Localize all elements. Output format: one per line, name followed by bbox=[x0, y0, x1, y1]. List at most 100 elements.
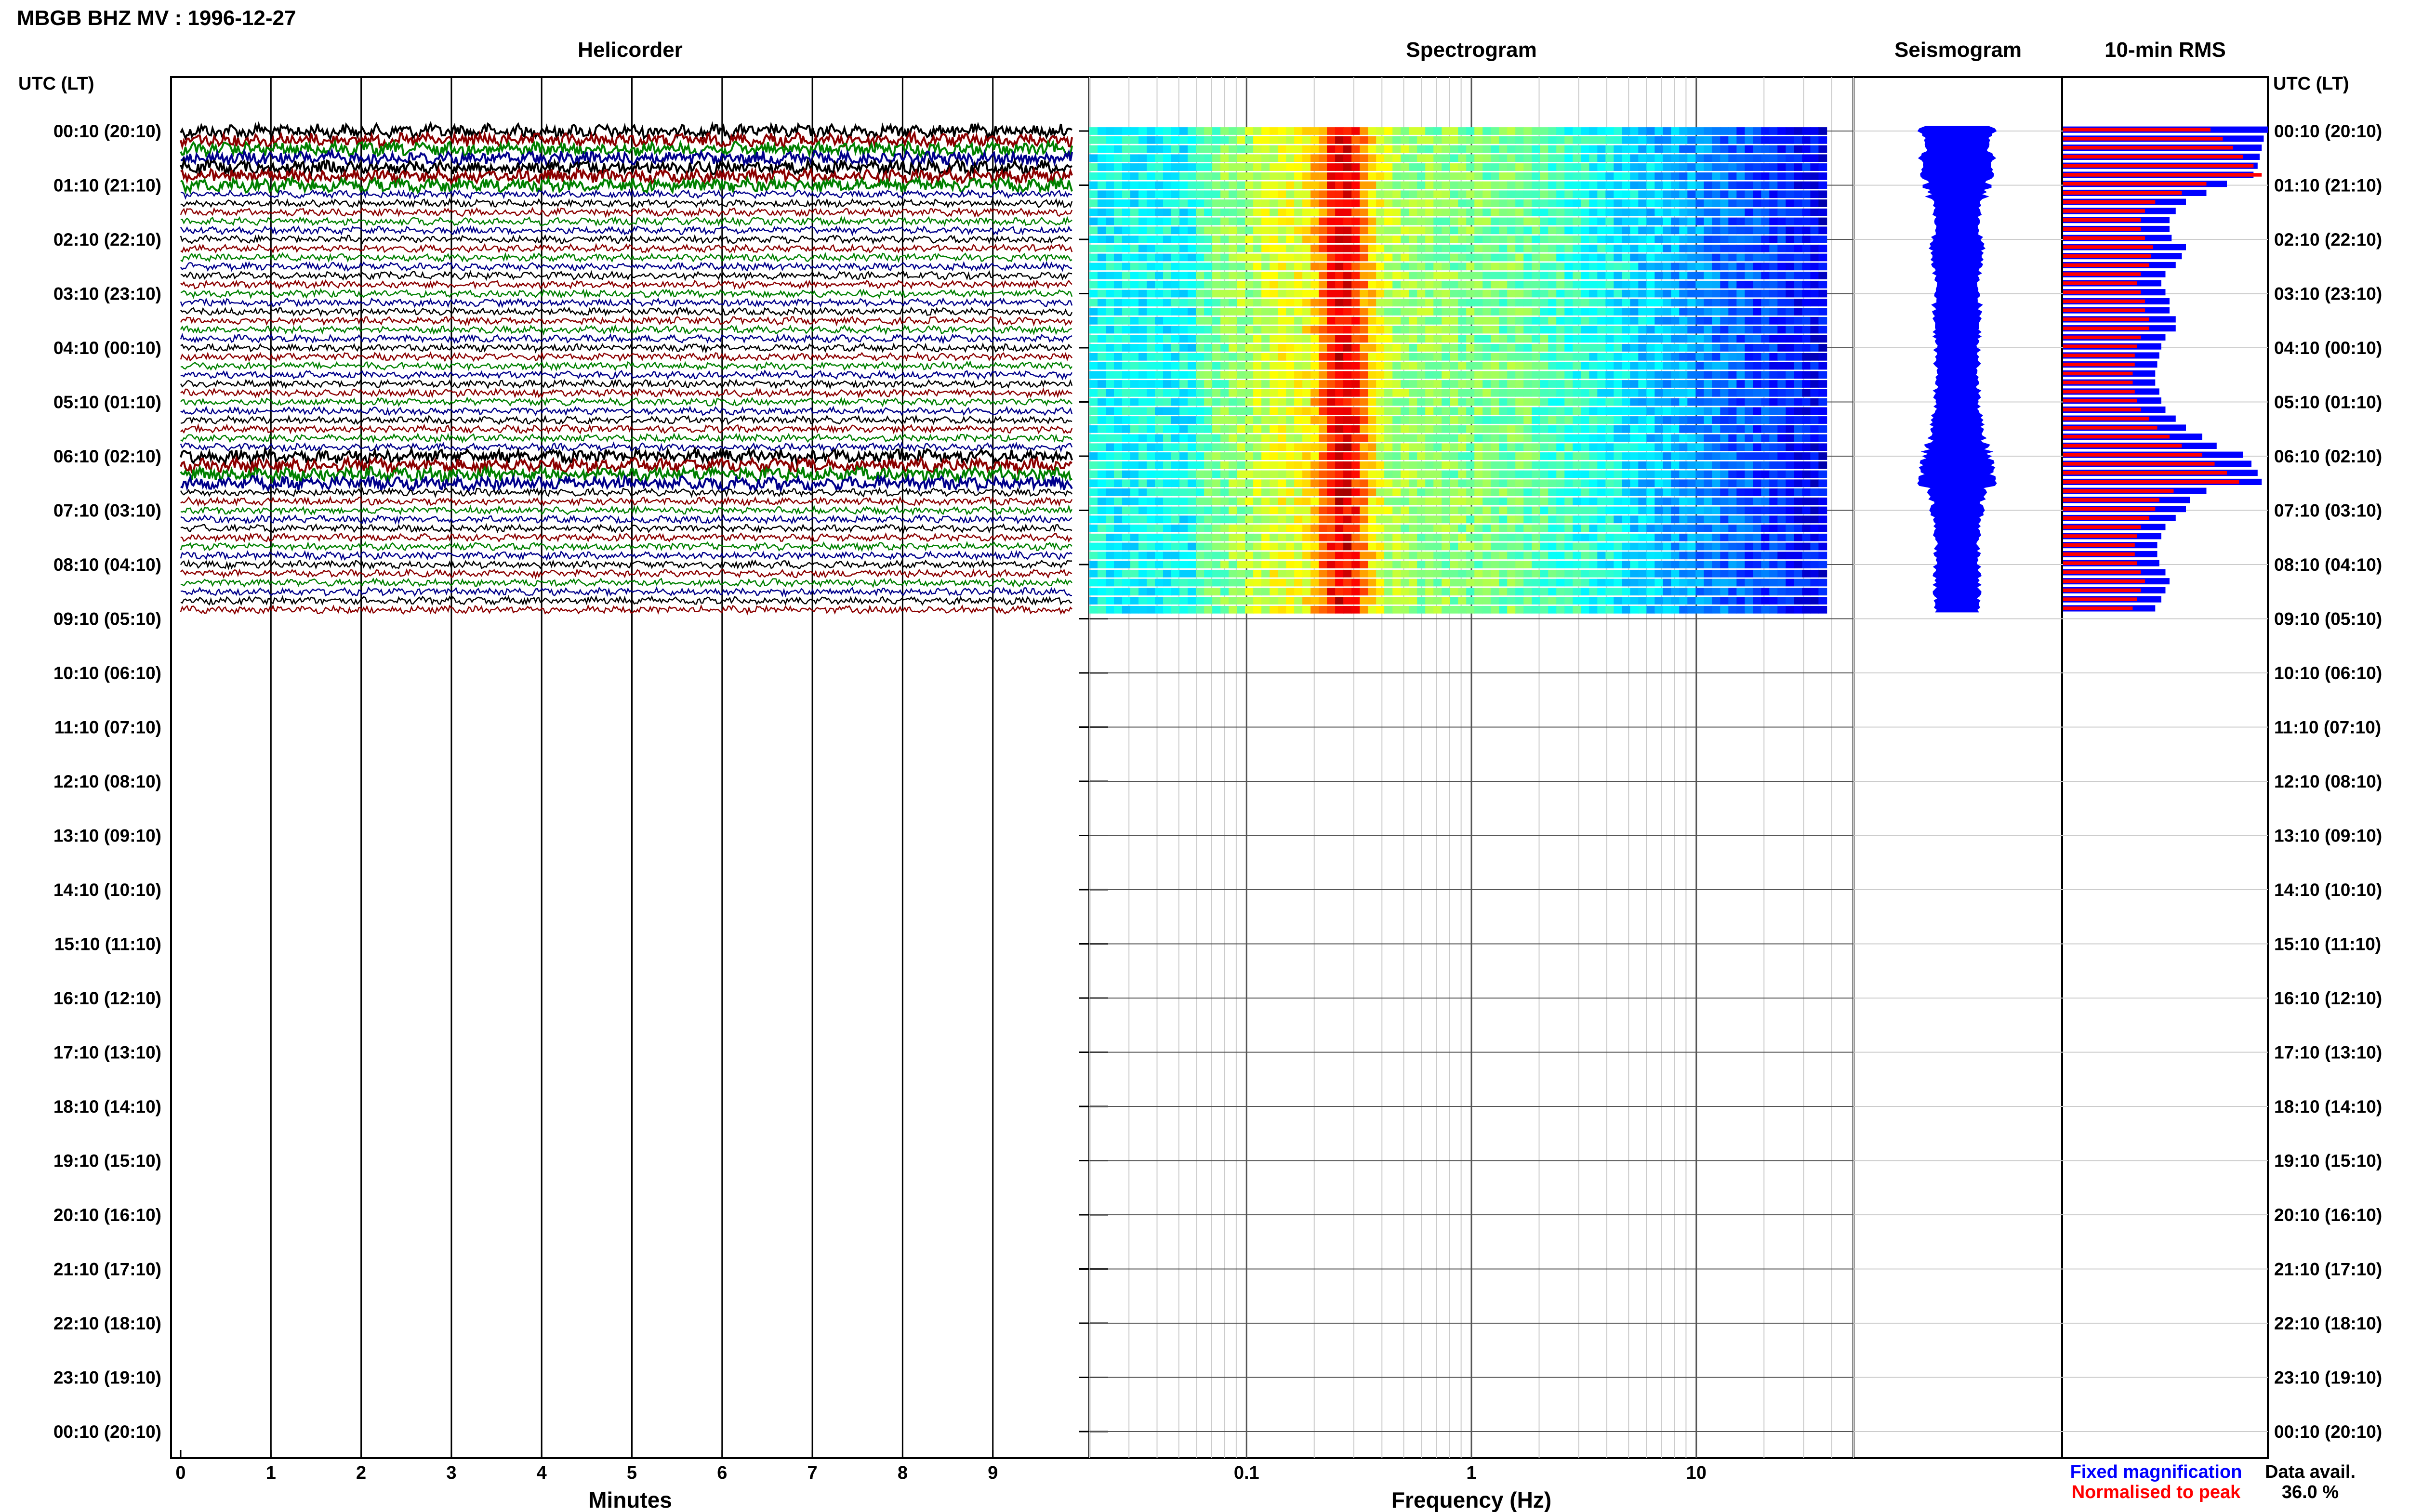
spectrogram-cell bbox=[1188, 569, 1196, 578]
spectrogram-cell bbox=[1368, 316, 1377, 325]
spectrogram-cell bbox=[1687, 569, 1696, 578]
spectrogram-cell bbox=[1491, 190, 1499, 198]
spectrogram-cell bbox=[1351, 236, 1360, 243]
spectrogram-cell bbox=[1106, 280, 1114, 289]
spectrogram-cell bbox=[1147, 452, 1155, 460]
spectrogram-cell bbox=[1573, 569, 1581, 578]
spectrogram-cell bbox=[1679, 407, 1688, 415]
spectrogram-cell bbox=[1089, 488, 1098, 496]
spectrogram-cell bbox=[1433, 154, 1442, 162]
spectrogram-cell bbox=[1360, 434, 1368, 442]
spectrogram-cell bbox=[1163, 470, 1172, 478]
spectrogram-cell bbox=[1114, 434, 1123, 442]
spectrogram-cell bbox=[1556, 588, 1565, 596]
spectrogram-cell bbox=[1433, 425, 1442, 433]
spectrogram-cell bbox=[1106, 181, 1114, 189]
spectrogram-cell bbox=[1343, 226, 1352, 235]
spectrogram-cell bbox=[1769, 470, 1778, 478]
spectrogram-cell bbox=[1564, 407, 1573, 415]
spectrogram-cell bbox=[1745, 154, 1754, 162]
spectrogram-cell bbox=[1753, 380, 1762, 388]
spectrogram-cell bbox=[1327, 208, 1336, 216]
spectrogram-cell bbox=[1450, 552, 1458, 560]
spectrogram-cell bbox=[1655, 244, 1664, 252]
spectrogram-cell bbox=[1761, 371, 1770, 379]
spectrogram-cell bbox=[1597, 597, 1606, 605]
spectrogram-cell bbox=[1425, 470, 1434, 478]
spectrogram-cell bbox=[1196, 335, 1204, 343]
spectrogram-cell bbox=[1196, 163, 1204, 171]
spectrogram-cell bbox=[1786, 127, 1795, 135]
spectrogram-cell bbox=[1179, 154, 1188, 162]
spectrogram-cell bbox=[1769, 326, 1778, 334]
spectrogram-cell bbox=[1392, 488, 1401, 496]
spectrogram-cell bbox=[1417, 154, 1426, 162]
spectrogram-cell bbox=[1507, 416, 1516, 424]
spectrogram-cell bbox=[1597, 407, 1606, 415]
spectrogram-cell bbox=[1335, 335, 1344, 343]
spectrogram-cell bbox=[1695, 226, 1705, 235]
spectrogram-cell bbox=[1671, 497, 1680, 505]
spectrogram-cell bbox=[1777, 236, 1787, 243]
spectrogram-cell bbox=[1630, 289, 1639, 298]
spectrogram-cell bbox=[1261, 597, 1270, 605]
spectrogram-cell bbox=[1745, 407, 1754, 415]
spectrogram-cell bbox=[1728, 280, 1737, 289]
spectrogram-cell bbox=[1605, 127, 1615, 135]
spectrogram-cell bbox=[1450, 434, 1458, 442]
spectrogram-cell bbox=[1417, 308, 1426, 316]
spectrogram-cell bbox=[1663, 181, 1672, 189]
spectrogram-cell bbox=[1622, 226, 1631, 235]
spectrogram-cell bbox=[1564, 362, 1573, 370]
spectrogram-cell bbox=[1220, 236, 1229, 243]
spectrogram-cell bbox=[1605, 552, 1615, 560]
spectrogram-cell bbox=[1786, 308, 1795, 316]
spectrogram-cell bbox=[1499, 515, 1508, 524]
spectrogram-cell bbox=[1769, 263, 1778, 271]
spectrogram-cell bbox=[1401, 272, 1409, 279]
spectrogram-cell bbox=[1450, 181, 1458, 189]
spectrogram-cell bbox=[1360, 272, 1368, 279]
spectrogram-cell bbox=[1425, 506, 1434, 514]
spectrogram-cell bbox=[1523, 434, 1532, 442]
spectrogram-cell bbox=[1786, 272, 1795, 279]
spectrogram-cell bbox=[1327, 552, 1336, 560]
spectrogram-cell bbox=[1106, 443, 1114, 451]
spectrogram-cell bbox=[1130, 525, 1139, 532]
spectrogram-cell bbox=[1745, 208, 1754, 216]
spectrogram-cell bbox=[1466, 272, 1475, 279]
spectrogram-cell bbox=[1573, 263, 1581, 271]
spectrogram-cell bbox=[1278, 407, 1286, 415]
spectrogram-cell bbox=[1450, 217, 1458, 225]
spectrogram-cell bbox=[1687, 561, 1696, 568]
spectrogram-cell bbox=[1777, 353, 1787, 361]
spectrogram-cell bbox=[1745, 533, 1754, 541]
spectrogram-cell bbox=[1122, 597, 1131, 605]
spectrogram-cell bbox=[1384, 272, 1393, 279]
spectrogram-cell bbox=[1818, 371, 1827, 379]
spectrogram-cell bbox=[1687, 380, 1696, 388]
spectrogram-cell bbox=[1130, 380, 1139, 388]
spectrogram-cell bbox=[1523, 199, 1532, 207]
spectrogram-cell bbox=[1179, 588, 1188, 596]
spectrogram-cell bbox=[1671, 244, 1680, 252]
spectrogram-cell bbox=[1687, 542, 1696, 551]
spectrogram-cell bbox=[1335, 244, 1344, 252]
spectrogram-cell bbox=[1327, 172, 1336, 180]
spectrogram-cell bbox=[1720, 407, 1729, 415]
spectrogram-cell bbox=[1671, 443, 1680, 451]
spectrogram-cell bbox=[1777, 253, 1787, 262]
spectrogram-cell bbox=[1614, 163, 1623, 171]
spectrogram-cell bbox=[1212, 190, 1221, 198]
spectrogram-cell bbox=[1802, 253, 1811, 262]
spectrogram-cell bbox=[1286, 371, 1295, 379]
spectrogram-cell bbox=[1294, 163, 1303, 171]
spectrogram-cell bbox=[1106, 172, 1114, 180]
spectrogram-cell bbox=[1630, 569, 1639, 578]
spectrogram-cell bbox=[1270, 479, 1278, 487]
spectrogram-cell bbox=[1376, 597, 1385, 605]
spectrogram-cell bbox=[1384, 488, 1393, 496]
spectrogram-cell bbox=[1179, 569, 1188, 578]
spectrogram-cell bbox=[1548, 190, 1557, 198]
spectrogram-cell bbox=[1360, 217, 1368, 225]
